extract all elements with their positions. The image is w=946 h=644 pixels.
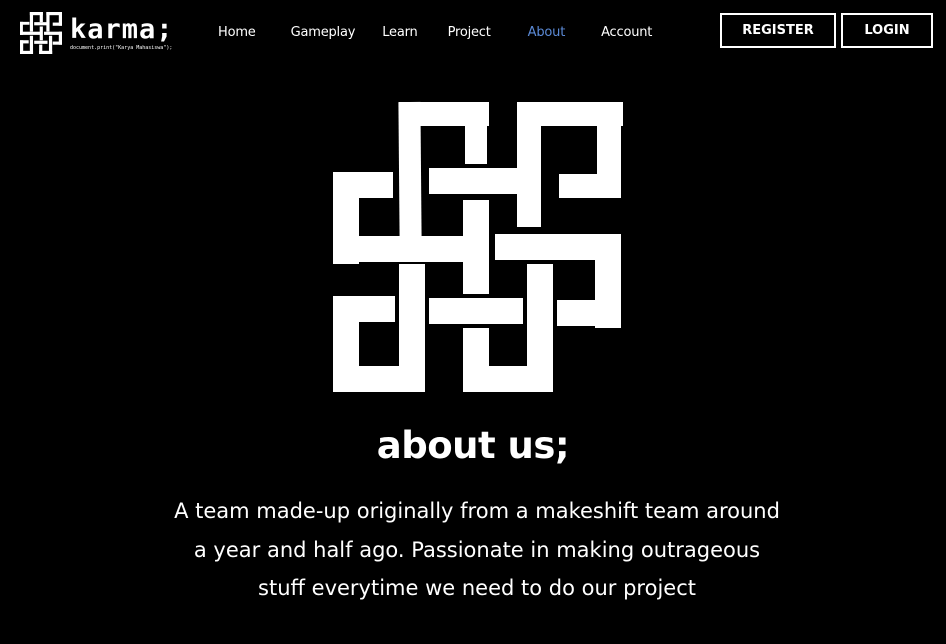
- endless-knot-icon: [20, 12, 62, 54]
- main-nav: Home Gameplay Learn Project About Accoun…: [218, 22, 652, 42]
- about-title: about us;: [376, 424, 570, 467]
- nav-gameplay[interactable]: Gameplay: [291, 25, 356, 40]
- about-description: A team made-up originally from a makeshi…: [174, 499, 780, 600]
- nav-project[interactable]: Project: [448, 25, 491, 40]
- brand-logo-link[interactable]: karma; document.print("Karya Mahasiswa")…: [20, 12, 174, 54]
- nav-about[interactable]: About: [528, 25, 566, 40]
- brand-text: karma; document.print("Karya Mahasiswa")…: [70, 16, 174, 51]
- brand-tagline: document.print("Karya Mahasiswa");: [70, 44, 173, 51]
- login-button[interactable]: LOGIN: [841, 13, 933, 48]
- register-button[interactable]: REGISTER: [720, 13, 836, 48]
- endless-knot-icon: [333, 101, 623, 392]
- nav-home[interactable]: Home: [218, 25, 256, 40]
- about-page: karma; document.print("Karya Mahasiswa")…: [0, 0, 946, 644]
- brand-name: karma;: [70, 13, 174, 45]
- nav-learn[interactable]: Learn: [382, 25, 418, 40]
- nav-account[interactable]: Account: [601, 25, 652, 40]
- site-header: karma; document.print("Karya Mahasiswa")…: [0, 0, 946, 66]
